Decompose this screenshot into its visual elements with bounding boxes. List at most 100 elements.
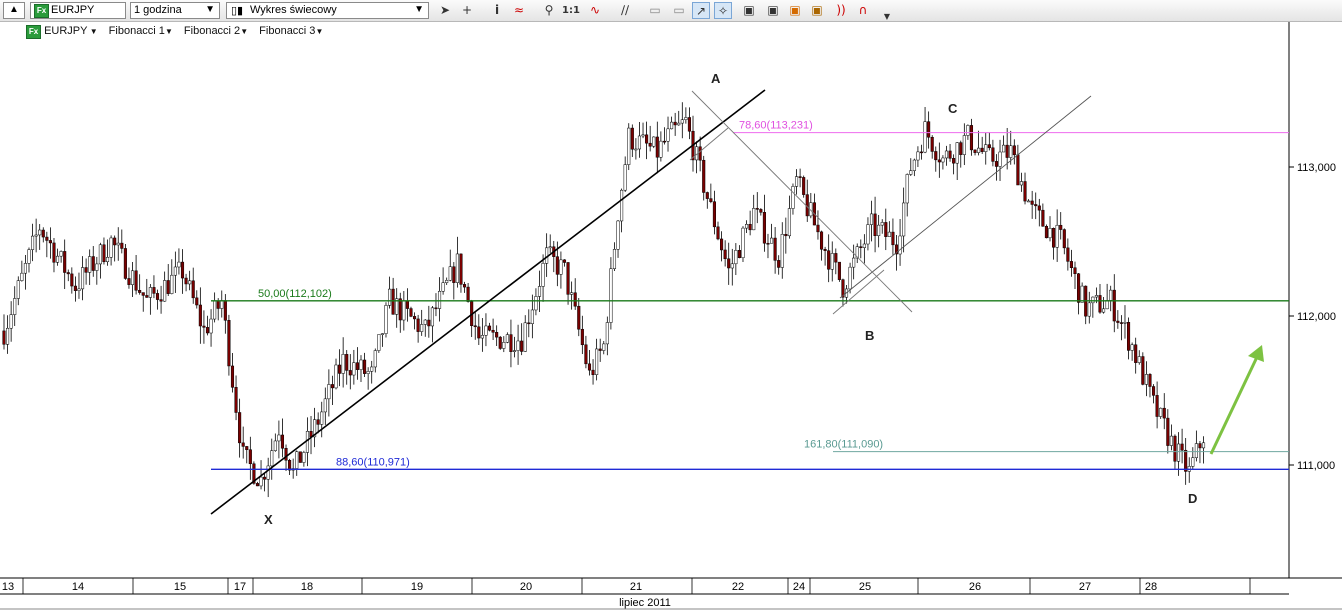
candle-bear [134,270,138,291]
candle-bull [1055,224,1059,248]
candle-bull [373,350,377,368]
candle-bull [627,127,631,165]
candle-bear [166,280,170,294]
candle-bear [348,370,352,376]
candle-bull [880,222,884,226]
candlestick-chart[interactable]: 50,00(112,102) 88,60(110,971) 78,60(113,… [0,0,1342,611]
candle-bull [830,253,834,270]
candle-bull [437,291,442,309]
trendline-xa[interactable] [210,89,766,515]
candle-bull [95,263,99,271]
candle-bull [1191,457,1195,467]
candle-bear [255,483,260,487]
candle-bear [338,364,342,374]
candle-bull [923,121,927,153]
candle-bull [612,249,617,269]
candle-bull [266,465,270,480]
candle-bear [391,288,395,315]
candle-bear [180,261,185,279]
candle-bull [1130,344,1134,351]
candle-bear [427,319,431,327]
candle-bear [584,344,588,365]
target-arrow-line[interactable] [1209,356,1259,455]
candle-bear [959,142,963,155]
candle-bear [1073,267,1077,274]
candle-bear [927,121,931,138]
candle-bull [666,128,670,142]
candle-bull [852,257,856,268]
candle-bear [737,250,741,259]
candle-bear [1184,449,1188,472]
candle-bear [973,149,977,153]
candle-bull [794,176,799,187]
candle-bear [263,476,267,480]
x-day-label: 27 [1079,581,1091,593]
candle-bear [127,278,131,285]
candle-bear [577,305,581,330]
candle-bull [734,250,738,265]
candle-bull [791,186,795,209]
candle-bull [480,335,484,339]
fib-label-1618: 161,80(111,090) [804,439,883,451]
candle-bear [345,354,349,371]
candle-bear [70,273,74,287]
candle-bear [952,158,956,164]
candle-bear [1062,229,1066,249]
candle-bull [441,282,445,292]
candle-bull [209,318,213,334]
candle-bear [709,198,713,202]
candle-bear [655,136,659,158]
candle-bear [288,459,292,471]
x-day-label: 13 [2,581,14,593]
candle-bull [420,324,424,332]
candle-bear [1134,344,1138,363]
candle-bear [777,260,781,268]
candle-bear [330,384,334,389]
x-month-label: lipiec 2011 [619,597,671,609]
candle-bear [416,318,420,332]
candle-bull [848,266,852,290]
candle-bull [780,234,784,268]
candle-bear [409,308,413,317]
candle-bull [352,362,356,376]
candle-bull [188,280,192,285]
candle-bull [148,287,152,298]
candle-bull [787,208,791,237]
candle-bear [202,325,206,328]
candle-bear [48,240,52,244]
candle-bear [784,234,788,237]
candle-bull [570,292,574,295]
x-day-label: 14 [72,581,84,593]
candle-bear [702,159,706,193]
candle-bear [705,192,709,199]
candle-bear [1141,356,1145,385]
candle-bull [277,434,281,442]
candle-bear [1023,181,1027,202]
candle-bear [630,127,634,150]
candle-bull [98,244,102,265]
candle-bear [452,266,456,283]
candle-bull [1105,300,1109,310]
candle-bull [1137,356,1141,363]
y-tick-label: 112,000 [1297,311,1336,323]
candle-bull [537,286,542,297]
candle-bull [388,288,392,306]
candle-bear [477,326,481,339]
candle-bear [398,298,402,321]
candle-bear [873,213,877,236]
candle-bear [1173,435,1177,462]
candle-bull [1080,285,1084,303]
x-day-label: 28 [1145,581,1157,593]
candle-bear [487,325,492,331]
candle-bull [944,150,949,159]
candle-bull [620,189,624,222]
candle-bear [827,250,831,270]
candle-bear [1059,224,1063,230]
candle-bear [1162,407,1166,419]
trendline-bc[interactable] [839,95,1092,299]
candle-bull [1094,295,1098,298]
candle-bull [1048,227,1052,239]
candle-bear [1148,374,1152,387]
candle-bear [802,177,806,195]
candle-bear [141,292,145,296]
